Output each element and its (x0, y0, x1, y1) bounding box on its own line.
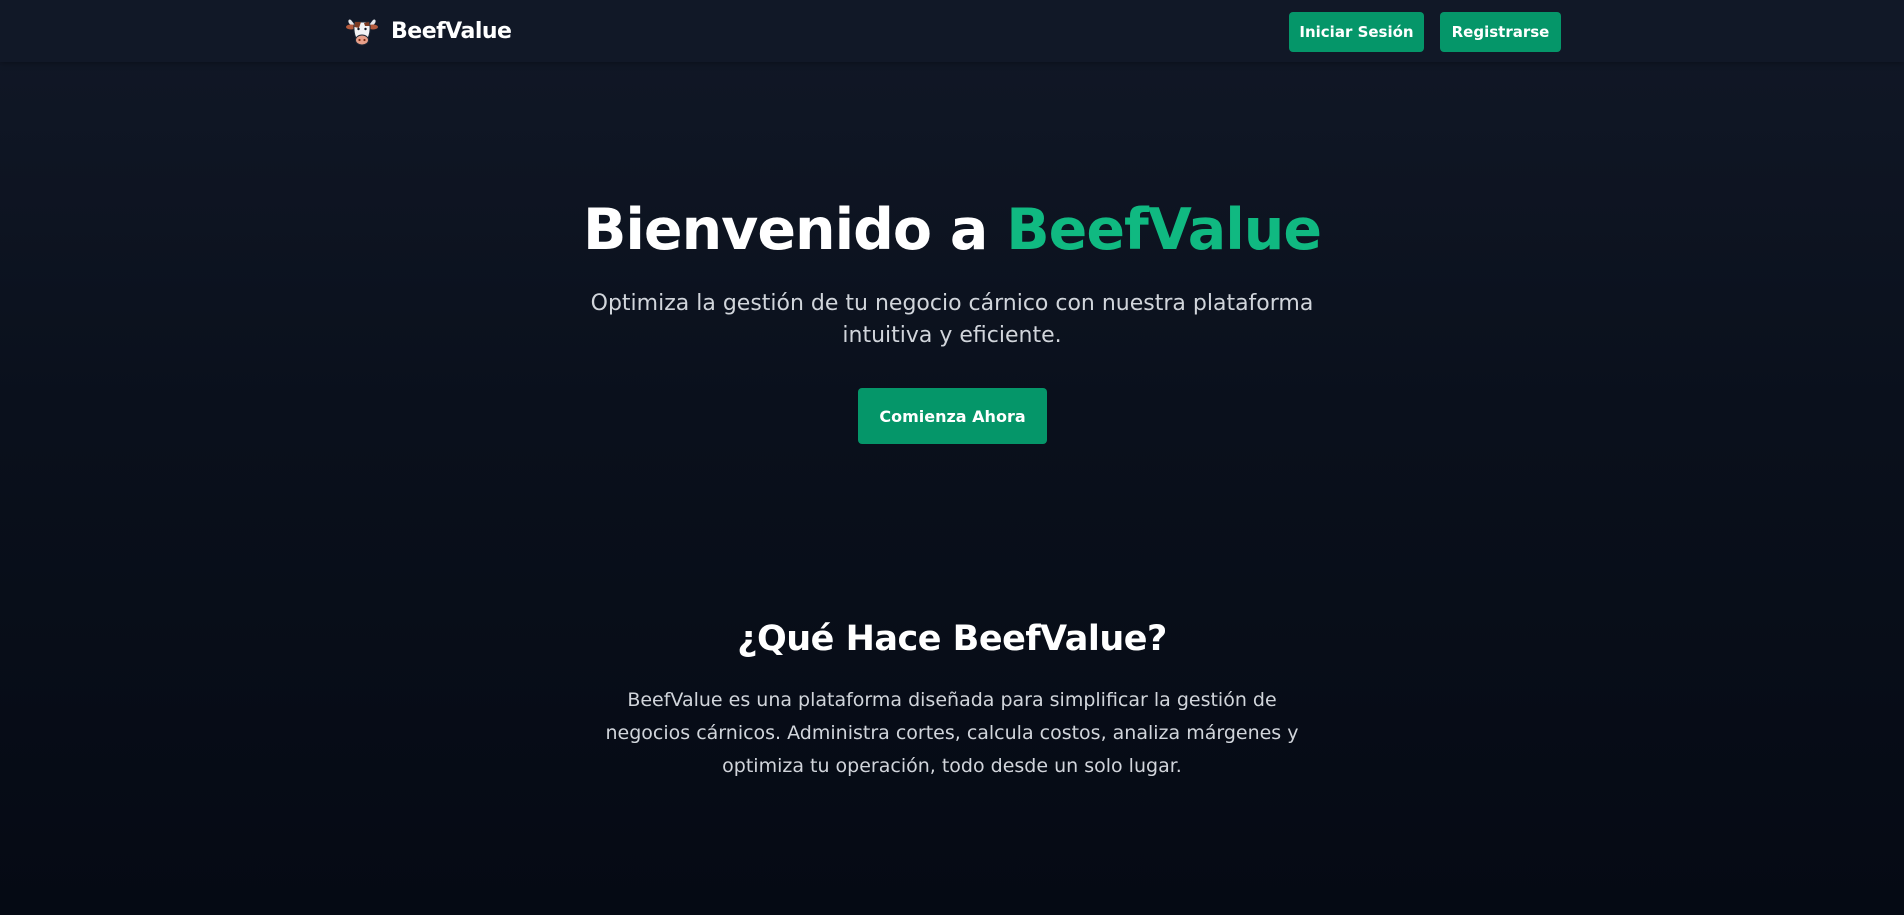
get-started-button[interactable]: Comienza Ahora (858, 388, 1047, 444)
about-description: BeefValue es una plataforma diseñada par… (605, 689, 1299, 777)
about-title: ¿Qué Hace BeefValue? (737, 619, 1167, 659)
hero-title-prefix: Bienvenido a (582, 197, 1007, 263)
hero-section: Bienvenido a BeefValue Optimiza la gesti… (0, 190, 1904, 444)
about-section: ¿Qué Hace BeefValue? BeefValue es una pl… (0, 612, 1904, 783)
hero-title: Bienvenido a BeefValue (0, 190, 1904, 270)
register-button[interactable]: Registrarse (1440, 12, 1561, 52)
top-navbar: BeefValue Iniciar Sesión Registrarse (0, 0, 1904, 62)
brand-name: BeefValue (391, 18, 512, 44)
brand-logo-link[interactable]: BeefValue (345, 14, 512, 48)
hero-subtitle: Optimiza la gestión de tu negocio cárnic… (590, 291, 1314, 348)
nav-actions: Iniciar Sesión Registrarse (1289, 12, 1561, 52)
hero-title-accent: BeefValue (1006, 197, 1322, 263)
login-button[interactable]: Iniciar Sesión (1289, 12, 1424, 52)
cow-head-icon (346, 19, 378, 46)
